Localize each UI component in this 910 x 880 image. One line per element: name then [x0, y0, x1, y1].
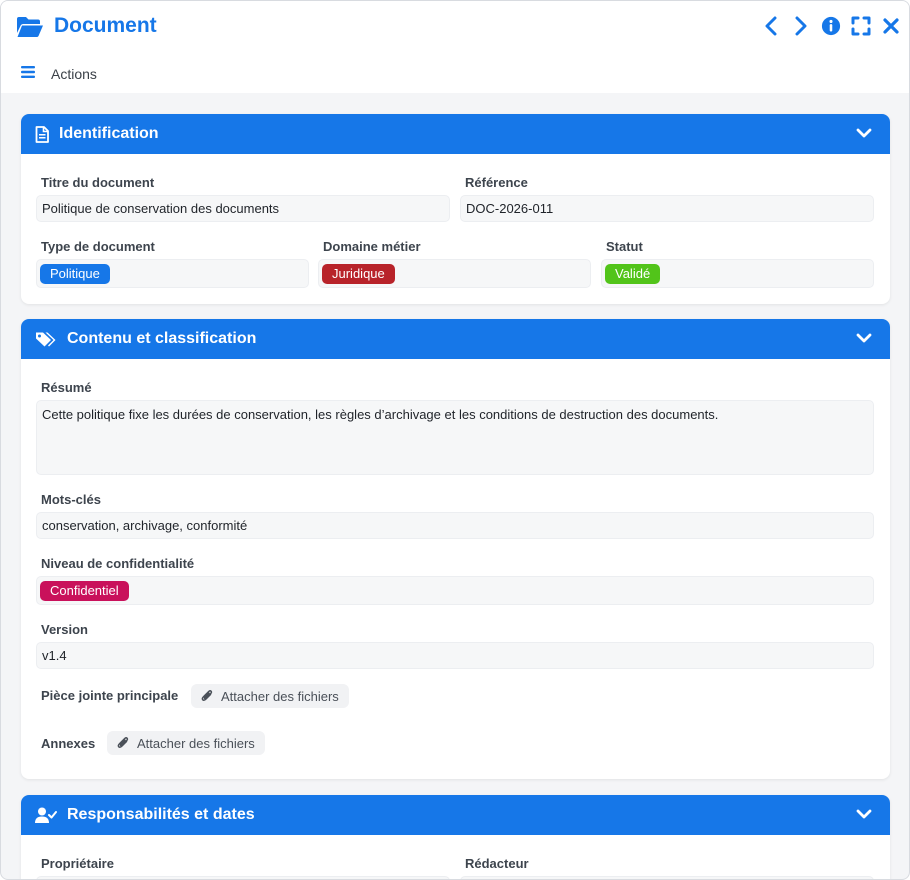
- window-title: Document: [54, 14, 157, 37]
- statut-label: Statut: [606, 239, 643, 254]
- reference-label: Référence: [465, 175, 528, 190]
- domaine-field[interactable]: Juridique: [318, 259, 591, 288]
- piece-label: Pièce jointe principale: [41, 688, 179, 703]
- annexes-label: Annexes: [41, 736, 96, 751]
- statut-field[interactable]: Validé: [601, 259, 874, 288]
- tags-icon: [35, 331, 57, 348]
- annexes-attach-label: Attacher des fichiers: [137, 735, 255, 751]
- info-icon[interactable]: [821, 14, 841, 38]
- document-window: Document Actions Identification Titre du…: [0, 0, 910, 880]
- titre-label: Titre du document: [41, 175, 155, 190]
- piece-attach-label: Attacher des fichiers: [221, 688, 339, 704]
- responsabilites-header[interactable]: Responsabilités et dates: [21, 795, 890, 835]
- redacteur-field[interactable]: [460, 876, 874, 879]
- expand-icon[interactable]: [851, 14, 871, 38]
- statut-tag: Validé: [605, 263, 661, 284]
- paperclip-icon: [117, 735, 129, 752]
- redacteur-label: Rédacteur: [465, 856, 529, 871]
- chevron-down-icon[interactable]: [856, 126, 872, 145]
- actions-menu[interactable]: Actions: [21, 65, 97, 83]
- titre-field[interactable]: Politique de conservation des documents: [36, 195, 450, 222]
- chevron-left-icon[interactable]: [761, 14, 781, 38]
- niveau-field[interactable]: Confidentiel: [36, 576, 874, 605]
- identification-title: Identification: [59, 125, 159, 142]
- contenu-header[interactable]: Contenu et classification: [21, 319, 890, 359]
- type-tag: Politique: [40, 263, 110, 284]
- annexes-attach-button[interactable]: Attacher des fichiers: [107, 731, 265, 755]
- actions-label[interactable]: Actions: [51, 66, 97, 82]
- mots-label: Mots-clés: [41, 492, 101, 507]
- user-check-icon: [35, 807, 57, 824]
- proprietaire-label: Propriétaire: [41, 856, 114, 871]
- type-field[interactable]: Politique: [36, 259, 309, 288]
- contenu-section: Contenu et classification Résumé Cette p…: [21, 319, 890, 779]
- version-field[interactable]: v1.4: [36, 642, 874, 669]
- chevron-down-icon[interactable]: [856, 807, 872, 826]
- reference-field[interactable]: DOC-2026-011: [460, 195, 874, 222]
- title-bar: Document Actions: [1, 1, 909, 93]
- resume-label: Résumé: [41, 380, 92, 395]
- window-controls: [761, 14, 901, 38]
- close-icon[interactable]: [881, 14, 901, 38]
- type-label: Type de document: [41, 239, 155, 254]
- identification-header[interactable]: Identification: [21, 114, 890, 154]
- responsabilites-title: Responsabilités et dates: [67, 806, 255, 823]
- niveau-label: Niveau de confidentialité: [41, 556, 195, 571]
- identification-section: Identification Titre du document Politiq…: [21, 114, 890, 304]
- domaine-label: Domaine métier: [323, 239, 421, 254]
- niveau-tag: Confidentiel: [40, 580, 129, 601]
- domaine-tag: Juridique: [322, 263, 395, 284]
- menu-icon[interactable]: [21, 65, 35, 83]
- piece-attach-button[interactable]: Attacher des fichiers: [191, 684, 349, 708]
- mots-field[interactable]: conservation, archivage, conformité: [36, 512, 874, 539]
- paperclip-icon: [201, 688, 213, 705]
- resume-field[interactable]: Cette politique fixe les durées de conse…: [36, 400, 874, 475]
- document-icon: [35, 125, 49, 143]
- responsabilites-section: Responsabilités et dates Propriétaire Ré…: [21, 795, 890, 879]
- contenu-title: Contenu et classification: [67, 330, 257, 347]
- chevron-right-icon[interactable]: [791, 14, 811, 38]
- proprietaire-field[interactable]: [36, 876, 450, 879]
- folder-open-icon: [16, 16, 44, 38]
- chevron-down-icon[interactable]: [856, 331, 872, 350]
- version-label: Version: [41, 622, 88, 637]
